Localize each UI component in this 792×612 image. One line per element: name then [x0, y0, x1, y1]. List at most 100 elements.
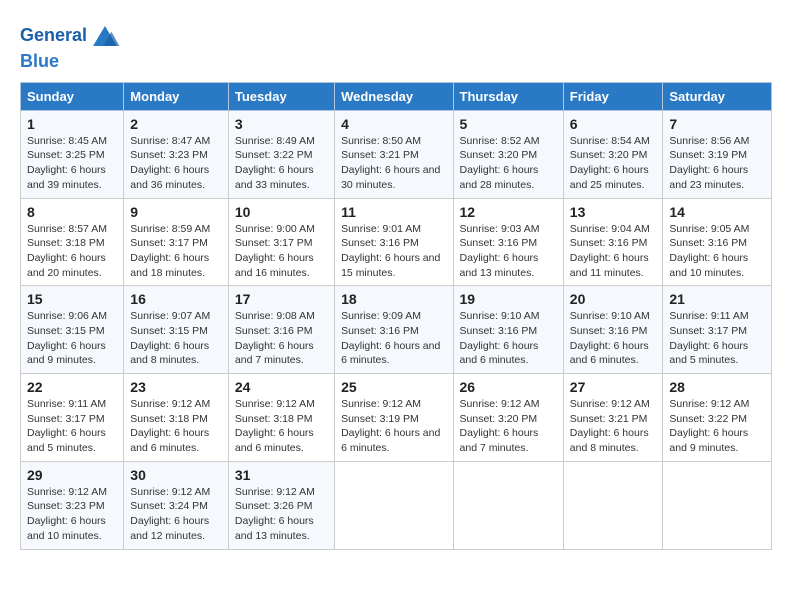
day-cell: 8 Sunrise: 8:57 AM Sunset: 3:18 PM Dayli…	[21, 198, 124, 286]
day-info: Sunrise: 9:12 AM Sunset: 3:22 PM Dayligh…	[669, 397, 765, 456]
col-header-tuesday: Tuesday	[228, 82, 334, 110]
week-row-1: 1 Sunrise: 8:45 AM Sunset: 3:25 PM Dayli…	[21, 110, 772, 198]
day-number: 7	[669, 116, 765, 132]
day-cell: 14 Sunrise: 9:05 AM Sunset: 3:16 PM Dayl…	[663, 198, 772, 286]
day-cell: 17 Sunrise: 9:08 AM Sunset: 3:16 PM Dayl…	[228, 286, 334, 374]
day-info: Sunrise: 9:12 AM Sunset: 3:26 PM Dayligh…	[235, 485, 328, 544]
day-number: 29	[27, 467, 117, 483]
week-row-3: 15 Sunrise: 9:06 AM Sunset: 3:15 PM Dayl…	[21, 286, 772, 374]
day-number: 21	[669, 291, 765, 307]
day-number: 12	[460, 204, 557, 220]
day-cell: 21 Sunrise: 9:11 AM Sunset: 3:17 PM Dayl…	[663, 286, 772, 374]
day-info: Sunrise: 8:57 AM Sunset: 3:18 PM Dayligh…	[27, 222, 117, 281]
day-number: 23	[130, 379, 222, 395]
day-info: Sunrise: 8:52 AM Sunset: 3:20 PM Dayligh…	[460, 134, 557, 193]
day-info: Sunrise: 9:12 AM Sunset: 3:20 PM Dayligh…	[460, 397, 557, 456]
day-number: 28	[669, 379, 765, 395]
day-cell: 24 Sunrise: 9:12 AM Sunset: 3:18 PM Dayl…	[228, 374, 334, 462]
logo-text-blue: Blue	[20, 52, 121, 72]
day-info: Sunrise: 9:10 AM Sunset: 3:16 PM Dayligh…	[570, 309, 657, 368]
day-info: Sunrise: 9:06 AM Sunset: 3:15 PM Dayligh…	[27, 309, 117, 368]
day-cell: 27 Sunrise: 9:12 AM Sunset: 3:21 PM Dayl…	[563, 374, 663, 462]
day-number: 27	[570, 379, 657, 395]
day-info: Sunrise: 9:04 AM Sunset: 3:16 PM Dayligh…	[570, 222, 657, 281]
day-info: Sunrise: 9:07 AM Sunset: 3:15 PM Dayligh…	[130, 309, 222, 368]
day-cell: 5 Sunrise: 8:52 AM Sunset: 3:20 PM Dayli…	[453, 110, 563, 198]
logo-text: General	[20, 26, 87, 46]
week-row-2: 8 Sunrise: 8:57 AM Sunset: 3:18 PM Dayli…	[21, 198, 772, 286]
day-cell: 23 Sunrise: 9:12 AM Sunset: 3:18 PM Dayl…	[124, 374, 229, 462]
day-number: 17	[235, 291, 328, 307]
day-number: 16	[130, 291, 222, 307]
col-header-saturday: Saturday	[663, 82, 772, 110]
day-number: 9	[130, 204, 222, 220]
day-cell: 12 Sunrise: 9:03 AM Sunset: 3:16 PM Dayl…	[453, 198, 563, 286]
logo: General Blue	[20, 20, 121, 72]
day-cell: 11 Sunrise: 9:01 AM Sunset: 3:16 PM Dayl…	[335, 198, 453, 286]
day-cell	[563, 461, 663, 549]
day-info: Sunrise: 9:08 AM Sunset: 3:16 PM Dayligh…	[235, 309, 328, 368]
day-info: Sunrise: 9:09 AM Sunset: 3:16 PM Dayligh…	[341, 309, 446, 368]
day-info: Sunrise: 9:12 AM Sunset: 3:19 PM Dayligh…	[341, 397, 446, 456]
col-header-wednesday: Wednesday	[335, 82, 453, 110]
day-info: Sunrise: 9:10 AM Sunset: 3:16 PM Dayligh…	[460, 309, 557, 368]
page-header: General Blue	[20, 20, 772, 72]
day-number: 8	[27, 204, 117, 220]
day-cell: 26 Sunrise: 9:12 AM Sunset: 3:20 PM Dayl…	[453, 374, 563, 462]
day-info: Sunrise: 9:12 AM Sunset: 3:21 PM Dayligh…	[570, 397, 657, 456]
day-cell: 20 Sunrise: 9:10 AM Sunset: 3:16 PM Dayl…	[563, 286, 663, 374]
day-number: 31	[235, 467, 328, 483]
day-number: 14	[669, 204, 765, 220]
day-cell: 1 Sunrise: 8:45 AM Sunset: 3:25 PM Dayli…	[21, 110, 124, 198]
col-header-friday: Friday	[563, 82, 663, 110]
day-info: Sunrise: 9:00 AM Sunset: 3:17 PM Dayligh…	[235, 222, 328, 281]
day-number: 1	[27, 116, 117, 132]
day-cell: 28 Sunrise: 9:12 AM Sunset: 3:22 PM Dayl…	[663, 374, 772, 462]
day-cell: 15 Sunrise: 9:06 AM Sunset: 3:15 PM Dayl…	[21, 286, 124, 374]
day-cell	[663, 461, 772, 549]
day-number: 30	[130, 467, 222, 483]
day-number: 11	[341, 204, 446, 220]
day-cell: 19 Sunrise: 9:10 AM Sunset: 3:16 PM Dayl…	[453, 286, 563, 374]
calendar-body: 1 Sunrise: 8:45 AM Sunset: 3:25 PM Dayli…	[21, 110, 772, 549]
day-number: 10	[235, 204, 328, 220]
day-info: Sunrise: 9:12 AM Sunset: 3:23 PM Dayligh…	[27, 485, 117, 544]
day-number: 19	[460, 291, 557, 307]
day-info: Sunrise: 8:50 AM Sunset: 3:21 PM Dayligh…	[341, 134, 446, 193]
days-header-row: SundayMondayTuesdayWednesdayThursdayFrid…	[21, 82, 772, 110]
day-info: Sunrise: 9:12 AM Sunset: 3:24 PM Dayligh…	[130, 485, 222, 544]
col-header-thursday: Thursday	[453, 82, 563, 110]
day-info: Sunrise: 9:12 AM Sunset: 3:18 PM Dayligh…	[130, 397, 222, 456]
day-info: Sunrise: 8:59 AM Sunset: 3:17 PM Dayligh…	[130, 222, 222, 281]
day-info: Sunrise: 9:12 AM Sunset: 3:18 PM Dayligh…	[235, 397, 328, 456]
day-number: 22	[27, 379, 117, 395]
day-info: Sunrise: 9:11 AM Sunset: 3:17 PM Dayligh…	[669, 309, 765, 368]
day-cell: 16 Sunrise: 9:07 AM Sunset: 3:15 PM Dayl…	[124, 286, 229, 374]
day-number: 20	[570, 291, 657, 307]
day-cell	[335, 461, 453, 549]
week-row-4: 22 Sunrise: 9:11 AM Sunset: 3:17 PM Dayl…	[21, 374, 772, 462]
day-cell: 9 Sunrise: 8:59 AM Sunset: 3:17 PM Dayli…	[124, 198, 229, 286]
day-cell: 7 Sunrise: 8:56 AM Sunset: 3:19 PM Dayli…	[663, 110, 772, 198]
col-header-sunday: Sunday	[21, 82, 124, 110]
day-number: 3	[235, 116, 328, 132]
day-number: 2	[130, 116, 222, 132]
day-cell: 29 Sunrise: 9:12 AM Sunset: 3:23 PM Dayl…	[21, 461, 124, 549]
day-number: 24	[235, 379, 328, 395]
day-info: Sunrise: 8:45 AM Sunset: 3:25 PM Dayligh…	[27, 134, 117, 193]
day-number: 25	[341, 379, 446, 395]
day-cell: 6 Sunrise: 8:54 AM Sunset: 3:20 PM Dayli…	[563, 110, 663, 198]
calendar-table: SundayMondayTuesdayWednesdayThursdayFrid…	[20, 82, 772, 550]
day-info: Sunrise: 9:03 AM Sunset: 3:16 PM Dayligh…	[460, 222, 557, 281]
day-cell: 18 Sunrise: 9:09 AM Sunset: 3:16 PM Dayl…	[335, 286, 453, 374]
day-number: 13	[570, 204, 657, 220]
day-cell: 2 Sunrise: 8:47 AM Sunset: 3:23 PM Dayli…	[124, 110, 229, 198]
day-cell: 30 Sunrise: 9:12 AM Sunset: 3:24 PM Dayl…	[124, 461, 229, 549]
day-cell: 31 Sunrise: 9:12 AM Sunset: 3:26 PM Dayl…	[228, 461, 334, 549]
day-cell: 4 Sunrise: 8:50 AM Sunset: 3:21 PM Dayli…	[335, 110, 453, 198]
week-row-5: 29 Sunrise: 9:12 AM Sunset: 3:23 PM Dayl…	[21, 461, 772, 549]
day-cell: 10 Sunrise: 9:00 AM Sunset: 3:17 PM Dayl…	[228, 198, 334, 286]
col-header-monday: Monday	[124, 82, 229, 110]
day-number: 18	[341, 291, 446, 307]
logo-icon	[89, 20, 121, 52]
